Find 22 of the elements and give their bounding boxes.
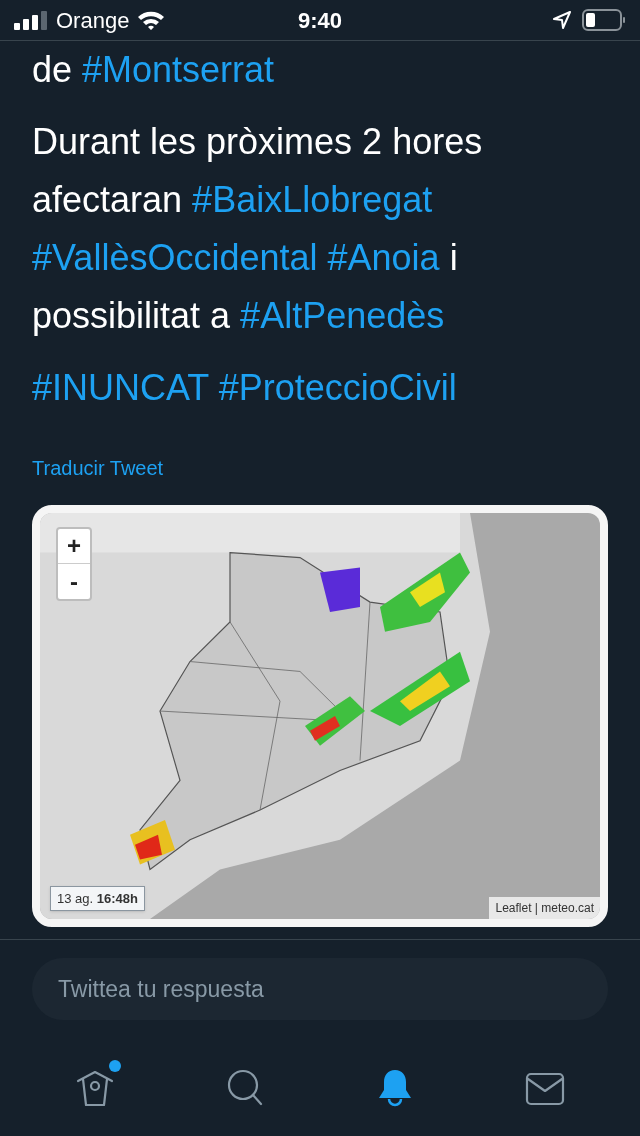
hashtag-link[interactable]: #Montserrat — [82, 49, 275, 90]
hashtag-link[interactable]: #INUNCAT — [32, 367, 209, 408]
hashtag-link[interactable]: #VallèsOccidental — [32, 237, 318, 278]
tweet-text: Durant les pròximes 2 hores afectaran #BaixLlobregat #VallèsOccidental #Anoia i possibilitat a #AltPenedès — [32, 120, 484, 338]
timestamp-date: 13 ag. — [57, 890, 94, 906]
translate-link[interactable]: Traducir Tweet — [32, 453, 164, 483]
hashtag-link[interactable]: #ProteccioCivil — [218, 367, 457, 408]
zoom-in-button[interactable]: + — [58, 529, 90, 564]
clock-time: 9:40 — [298, 6, 342, 35]
location-arrow-icon — [552, 10, 572, 30]
wifi-icon — [137, 10, 166, 30]
reply-field[interactable]: Twittea tu respuesta — [32, 958, 608, 1020]
battery-icon — [582, 9, 626, 31]
hashtag-link[interactable]: #BaixLlobregat — [192, 179, 433, 220]
carrier-name: Orange — [56, 6, 130, 35]
tweet-text: de #Montserrat — [32, 48, 276, 92]
hashtag-link[interactable]: #AltPenedès — [240, 295, 445, 336]
timestamp-time: 16:48h — [96, 890, 138, 906]
zoom-out-button[interactable]: - — [58, 564, 90, 599]
signal-icon — [14, 10, 48, 30]
hashtag-link[interactable]: #Anoia — [327, 237, 440, 278]
map-attribution: Leaflet | meteo.cat — [489, 897, 600, 919]
